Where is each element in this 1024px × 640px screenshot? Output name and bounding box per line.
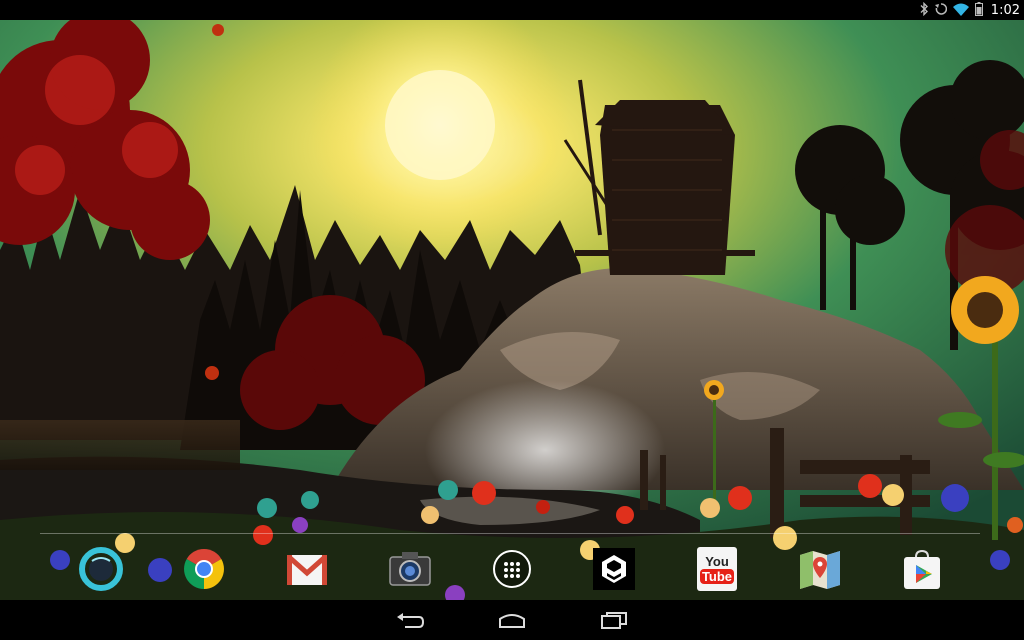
navigation-bar	[0, 600, 1024, 640]
circle-app-icon[interactable]	[77, 545, 125, 593]
youtube-label-you: You	[705, 553, 729, 569]
maps-icon[interactable]	[796, 545, 844, 593]
windmill-wallpaper-art	[0, 20, 1024, 600]
camera-icon[interactable]	[386, 545, 434, 593]
chrome-icon[interactable]	[180, 545, 228, 593]
back-icon[interactable]	[388, 608, 432, 634]
dock: You Tube	[0, 540, 1024, 598]
home-icon[interactable]	[490, 608, 534, 634]
dock-divider	[40, 533, 980, 534]
youtube-label-tube: Tube	[699, 568, 735, 584]
status-bar: 1:02	[0, 0, 1024, 20]
youtube-icon[interactable]: You Tube	[693, 545, 741, 593]
play-store-icon[interactable]	[898, 545, 946, 593]
wifi-icon	[952, 1, 969, 20]
9gag-icon[interactable]	[590, 545, 638, 593]
wallpaper[interactable]	[0, 20, 1024, 600]
status-icons: 1:02	[919, 0, 1020, 20]
recents-icon[interactable]	[592, 608, 636, 634]
apps-grid-icon[interactable]	[488, 545, 536, 593]
bluetooth-icon	[919, 1, 929, 20]
gmail-icon[interactable]	[283, 545, 331, 593]
clock: 1:02	[990, 2, 1020, 18]
sync-icon	[934, 1, 947, 20]
battery-icon	[974, 1, 983, 20]
